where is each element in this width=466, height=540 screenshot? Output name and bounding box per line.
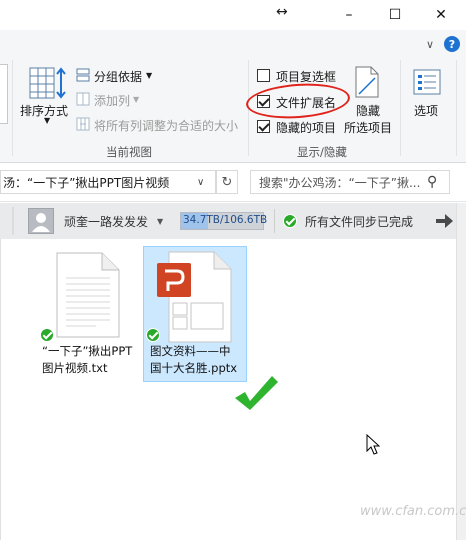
fit-columns-icon [76, 117, 90, 131]
sync-divider [274, 209, 275, 233]
forward-arrow-icon[interactable] [434, 212, 454, 230]
pane-border [0, 239, 1, 540]
group-by-button[interactable]: 分组依据 [94, 68, 142, 85]
hidden-items-checkbox[interactable] [257, 120, 270, 133]
maximize-button[interactable]: ☐ [372, 0, 418, 30]
cloud-sync-bar: 顽奎一路发发发 ▼ 34.7TB/106.6TB 所有文件同步已完成 [0, 203, 456, 239]
sync-status-text: 所有文件同步已完成 [305, 215, 414, 229]
item-checkbox-toggle[interactable] [257, 69, 270, 82]
storage-text: 34.7TB/106.6TB [183, 214, 268, 226]
avatar-icon[interactable] [28, 208, 54, 234]
pane-button-partial[interactable] [0, 64, 8, 124]
highlight-ellipse [244, 80, 352, 122]
add-column-button[interactable]: 添加列 [94, 92, 130, 109]
group-by-icon [76, 68, 90, 82]
hide-button-label[interactable]: 隐藏 [356, 102, 380, 119]
user-name[interactable]: 顽奎一路发发发 [64, 213, 148, 230]
ribbon-divider [400, 60, 401, 156]
file-name-line: “一下子”揪出PPT [42, 344, 133, 358]
current-view-group-label: 当前视图 [106, 145, 152, 159]
selected-items-label[interactable]: 所选项目 [344, 119, 392, 136]
synced-check-icon [146, 328, 160, 342]
search-icon[interactable]: ⚲ [427, 174, 437, 190]
file-name-line: 图文资料——中 [150, 344, 231, 358]
storage-bar: 34.7TB/106.6TB [180, 212, 268, 230]
close-button[interactable]: ✕ [418, 0, 464, 30]
address-dropdown-icon[interactable]: ∨ [197, 177, 204, 188]
address-path[interactable]: 汤：“一下子”揪出PPT图片视频 [1, 174, 197, 191]
ribbon-collapse-icon[interactable]: ∨ [426, 38, 434, 51]
file-item-pptx-selected[interactable]: 图文资料——中 国十大名胜.pptx [143, 246, 247, 382]
sort-by-icon[interactable] [28, 66, 68, 100]
mouse-cursor-icon [366, 433, 381, 456]
sync-ok-icon [283, 214, 297, 228]
minimize-button[interactable]: – [326, 0, 372, 30]
sort-dropdown-icon[interactable]: ▼ [44, 116, 50, 125]
options-icon[interactable] [412, 68, 442, 96]
file-name-line: 图片视频.txt [42, 361, 108, 375]
show-hide-group-label: 显示/隐藏 [297, 145, 347, 159]
user-dropdown-icon[interactable]: ▼ [157, 217, 163, 226]
ribbon-divider [456, 60, 457, 156]
resize-handle-icon[interactable]: ↔ [276, 4, 288, 20]
file-name[interactable]: “一下子”揪出PPT 图片视频.txt [42, 343, 138, 377]
file-item-txt[interactable]: “一下子”揪出PPT 图片视频.txt [40, 248, 136, 384]
title-bar: ↔ – ☐ ✕ [0, 0, 466, 30]
hidden-items-label[interactable]: 隐藏的项目 [276, 119, 336, 136]
text-file-icon [56, 252, 120, 338]
address-row: 汤：“一下子”揪出PPT图片视频 ∨ ↻ 搜索"办公鸡汤：“一下子”揪... ⚲ [0, 164, 466, 202]
address-bar[interactable]: 汤：“一下子”揪出PPT图片视频 ∨ [0, 170, 216, 194]
item-checkbox-label[interactable]: 项目复选框 [276, 68, 336, 85]
green-check-annotation-icon [232, 372, 280, 412]
pptx-file-icon [156, 251, 232, 343]
ribbon-divider [12, 60, 13, 156]
add-column-icon [76, 92, 90, 106]
add-column-dropdown-icon[interactable]: ▼ [133, 95, 139, 104]
search-box[interactable]: 搜索"办公鸡汤：“一下子”揪... ⚲ [250, 170, 450, 194]
nav-pane-edge[interactable] [4, 207, 18, 235]
hide-selected-icon[interactable] [354, 66, 380, 98]
search-input[interactable]: 搜索"办公鸡汤：“一下子”揪... [251, 174, 427, 191]
synced-check-icon [40, 328, 54, 342]
refresh-button[interactable]: ↻ [216, 170, 238, 194]
options-button[interactable]: 选项 [414, 102, 438, 119]
fit-columns-button[interactable]: 将所有列调整为合适的大小 [94, 117, 238, 134]
ribbon: ∨ ? 排序方式 ▼ 分组依据 ▼ 添加列 ▼ 将所有列调整为合适的大小 当前视… [0, 30, 466, 163]
help-icon[interactable]: ? [444, 36, 460, 52]
watermark: www.cfan.com.cn [360, 504, 466, 519]
group-by-dropdown-icon[interactable]: ▼ [146, 71, 152, 80]
vertical-scrollbar[interactable] [456, 203, 466, 540]
